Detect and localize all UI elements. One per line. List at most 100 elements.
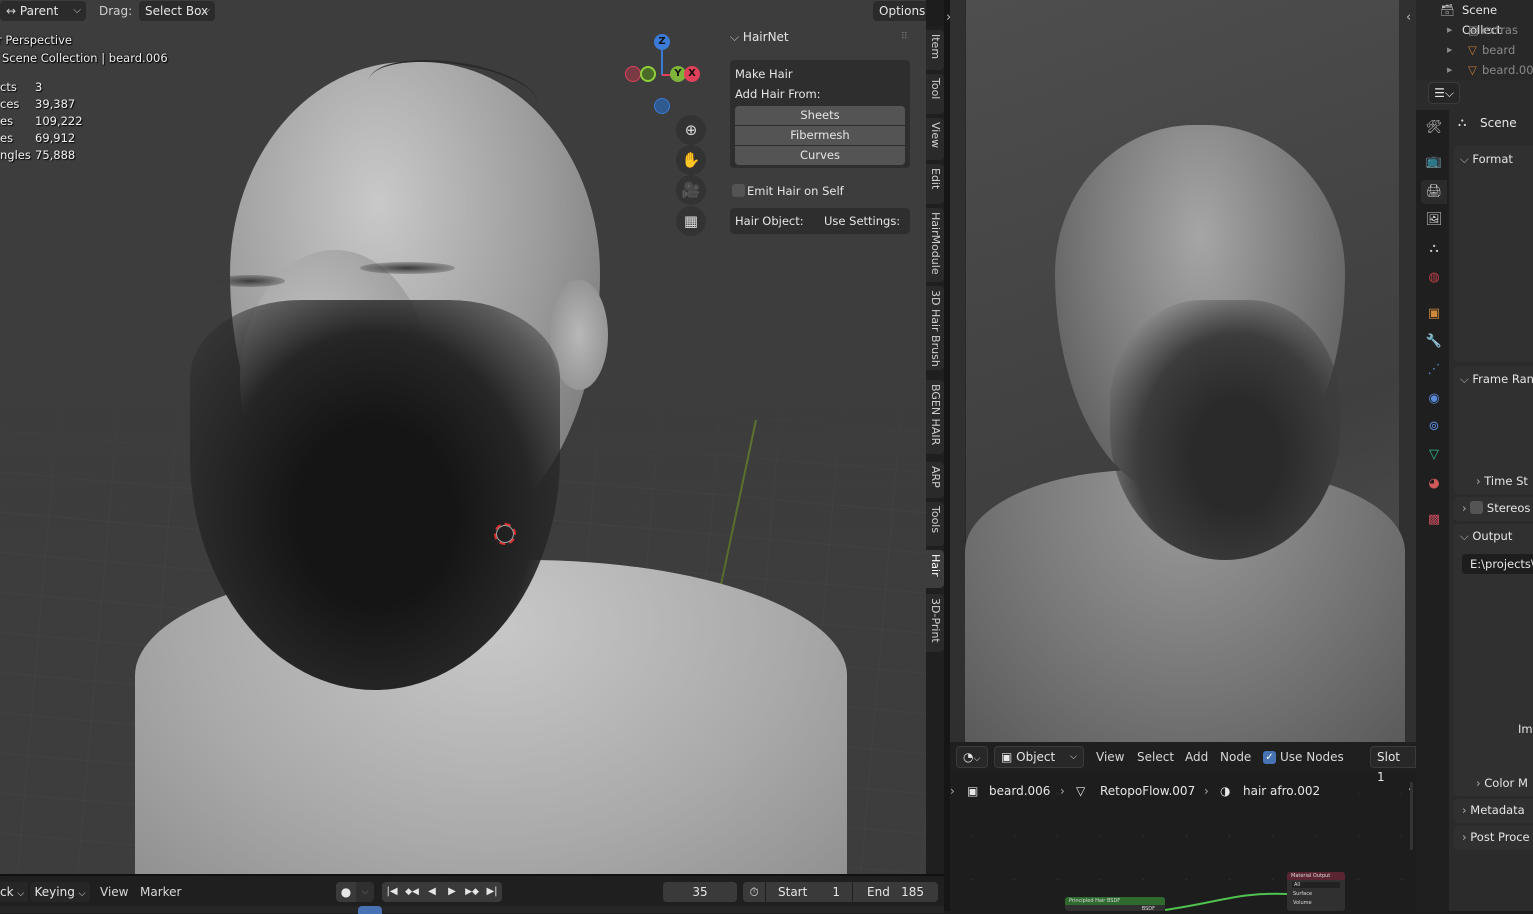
emit-hair-on-self-checkbox[interactable] (732, 184, 745, 197)
tool-icon[interactable]: 🛠 (1421, 116, 1447, 140)
tab-3d-print[interactable]: 3D-Print (926, 594, 944, 652)
render-icon[interactable]: 📺 (1421, 150, 1447, 174)
node-link[interactable] (1164, 892, 1288, 911)
menu-view[interactable]: View (100, 881, 128, 903)
tab-item[interactable]: Item (926, 30, 944, 70)
data-icon[interactable]: ▽ (1421, 443, 1447, 467)
outliner-root[interactable]: 🗃 Scene Collect (1416, 0, 1533, 37)
tab-3d-hair-brush[interactable]: 3D Hair Brush (926, 286, 944, 370)
tab-tools[interactable]: Tools (926, 502, 944, 546)
gizmo-x-axis[interactable]: X (684, 66, 700, 82)
start-frame-field[interactable]: Start 1 (766, 882, 852, 902)
section-output-header[interactable]: ⌵ Output (1460, 529, 1512, 544)
start-label: Start (778, 885, 808, 899)
material-icon[interactable]: ◕ (1421, 472, 1447, 496)
play-reverse-button[interactable]: ◀ (422, 882, 442, 902)
tab-label: Edit (929, 168, 942, 190)
section-stereoscopy-header[interactable]: › Stereos (1462, 501, 1530, 515)
tab-label: Item (929, 34, 942, 60)
chevron-down-icon: ⌵ (730, 30, 743, 44)
hand-pan-icon[interactable]: ✋ (676, 145, 706, 175)
outliner[interactable]: 🗃 Scene Collect ▶ ▤ extras ▶ ▽ beard ▶ ▽… (1416, 0, 1533, 80)
zoom-icon[interactable]: ⊕ (676, 115, 706, 145)
record-button[interactable]: ● (336, 882, 356, 902)
stereoscopy-checkbox[interactable] (1470, 501, 1484, 514)
section-post-processing-header[interactable]: › Post Proce (1462, 830, 1530, 844)
tab-tool[interactable]: Tool (926, 74, 944, 114)
expand-arrow-icon[interactable]: ▶ (1447, 20, 1452, 40)
sheets-button[interactable]: Sheets (735, 106, 905, 125)
keying-label: Keying (34, 885, 75, 899)
drag-handle-icon[interactable]: ⠿ (901, 32, 908, 42)
jump-start-button[interactable]: |◀ (382, 882, 402, 902)
frame-ruler[interactable] (0, 906, 944, 913)
tab-bgen-hair[interactable]: BGEN HAIR (926, 380, 944, 454)
output-path-field[interactable]: E:\projects\ (1462, 554, 1533, 574)
expand-arrow-icon[interactable]: ▶ (1447, 60, 1452, 80)
particles-icon[interactable]: ⋰ (1421, 358, 1447, 382)
tab-view[interactable]: View (926, 118, 944, 160)
section-title: Format (1472, 152, 1513, 166)
tab-hairmodule[interactable]: HairModule (926, 208, 944, 282)
play-button[interactable]: ▶ (442, 882, 462, 902)
curves-button[interactable]: Curves (735, 146, 905, 165)
gizmo-neg-y-axis[interactable] (640, 66, 656, 82)
chevron-down-icon: ⌵ (1460, 372, 1473, 386)
section-color-management-header[interactable]: › Color M (1476, 776, 1528, 790)
view-layer-icon[interactable]: 🖼 (1421, 208, 1447, 232)
world-icon[interactable]: ◍ (1421, 266, 1447, 290)
outliner-item[interactable]: ▶ ▽ beard (1416, 40, 1533, 60)
tab-label: 3D Hair Brush (929, 290, 942, 367)
display-mode-dropdown[interactable]: ☰⌵ (1428, 82, 1460, 104)
physics-icon[interactable]: ◉ (1421, 387, 1447, 411)
jump-end-button[interactable]: ▶| (482, 882, 502, 902)
gizmo-neg-x-axis[interactable] (625, 66, 641, 82)
playback-dropdown[interactable]: ck ⌵ (0, 882, 28, 902)
options-dropdown[interactable]: Options ⌵ (873, 1, 926, 21)
tab-label: 3D-Print (929, 598, 942, 643)
section-format-header[interactable]: ⌵ Format (1460, 152, 1513, 167)
scene-context-icon: ⛬ (1458, 115, 1467, 129)
section-frame-range-header[interactable]: ⌵ Frame Ran (1460, 372, 1533, 387)
grid-ortho-icon[interactable]: ▦ (676, 206, 706, 236)
record-options-dropdown[interactable]: ⌵ (356, 882, 374, 902)
constraints-icon[interactable]: ⊚ (1421, 415, 1447, 439)
camera-icon[interactable]: 🎥 (676, 175, 706, 205)
timeline[interactable]: ck ⌵ Keying ⌵ View Marker ● ⌵ |◀ ◆◀ ◀ ▶ … (0, 874, 944, 914)
outliner-item[interactable]: ▶ ▽ beard.00 (1416, 60, 1533, 80)
playhead[interactable] (358, 906, 382, 914)
gizmo-z-axis[interactable]: Z (654, 34, 670, 50)
next-keyframe-button[interactable]: ▶◆ (462, 882, 482, 902)
chevron-down-icon: ⌵ (1460, 529, 1473, 543)
outliner-item[interactable]: ▶ ▤ extras (1416, 20, 1533, 40)
hairnet-panel-header[interactable]: ⌵ HairNet (730, 30, 789, 45)
current-frame-field[interactable]: 35 (663, 882, 737, 902)
fibermesh-button[interactable]: Fibermesh (735, 126, 905, 145)
chevron-left-icon[interactable]: ‹ (1406, 10, 1411, 25)
shader-editor[interactable]: ◔⌵ ▣ Object ⌵ View Select Add Node ✓ Use… (950, 742, 1416, 911)
tab-hair[interactable]: Hair (926, 550, 944, 588)
pivot-dropdown-label: Parent (19, 4, 59, 18)
output-icon[interactable]: 🖨 (1421, 180, 1447, 204)
menu-marker[interactable]: Marker (140, 881, 181, 903)
prev-keyframe-button[interactable]: ◆◀ (402, 882, 422, 902)
expand-arrow-icon[interactable]: ▶ (1447, 40, 1452, 60)
tab-arp[interactable]: ARP (926, 462, 944, 498)
object-icon[interactable]: ▣ (1421, 302, 1447, 326)
3d-cursor[interactable] (494, 523, 516, 545)
drag-dropdown[interactable]: Select Box ⌵ (139, 1, 215, 21)
end-frame-field[interactable]: End 185 (853, 882, 938, 902)
section-title: Post Proce (1470, 830, 1530, 844)
render-beard (1110, 300, 1340, 560)
keying-dropdown[interactable]: Keying ⌵ (30, 882, 90, 902)
3d-viewport[interactable]: ↔ Parent ⌵ Drag: Select Box ⌵ Options ⌵ … (0, 0, 926, 874)
scene-icon[interactable]: ⛬ (1421, 237, 1447, 261)
stopwatch-icon[interactable]: ⏱ (743, 882, 765, 902)
texture-icon[interactable]: ▩ (1421, 508, 1447, 532)
section-time-stretching-header[interactable]: › Time St (1476, 474, 1528, 488)
section-metadata-header[interactable]: › Metadata (1462, 803, 1525, 817)
gizmo-neg-z-axis[interactable] (654, 98, 670, 114)
modifier-icon[interactable]: 🔧 (1421, 330, 1447, 354)
tab-edit[interactable]: Edit (926, 164, 944, 204)
pivot-dropdown[interactable]: ↔ Parent ⌵ (0, 1, 86, 21)
